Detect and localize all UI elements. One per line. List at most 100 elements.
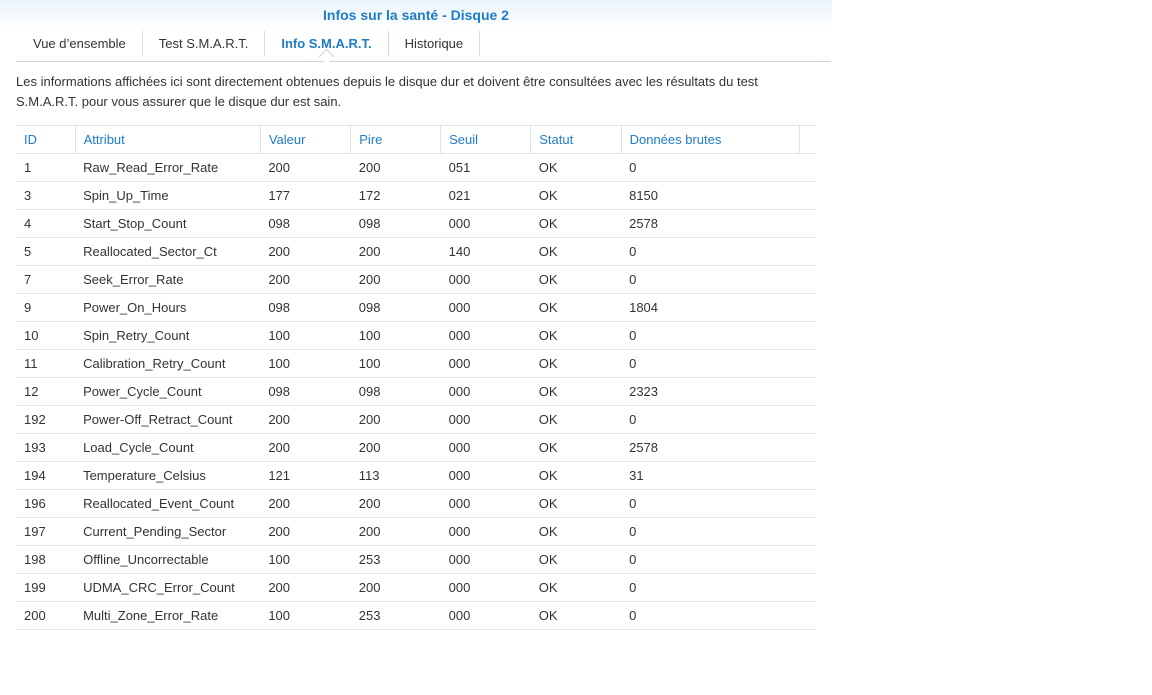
cell-worst: 200 [350,265,441,294]
cell-id: 11 [16,349,76,378]
cell-worst: 253 [350,545,441,574]
cell-id: 12 [16,377,76,406]
cell-raw-data: 0 [621,265,800,294]
cell-status: OK [530,573,622,602]
cell-threshold: 000 [440,601,531,630]
cell-raw-data: 0 [621,545,800,574]
cell-filler [799,321,816,350]
cell-status: OK [530,433,622,462]
table-row[interactable]: 193 Load_Cycle_Count 200 200 000 OK 2578 [16,433,816,462]
cell-attribute: Temperature_Celsius [75,461,261,490]
table-row[interactable]: 200 Multi_Zone_Error_Rate 100 253 000 OK 0 [16,601,816,630]
cell-value: 200 [260,153,351,182]
column-header-threshold[interactable]: Seuil [440,125,532,154]
cell-worst: 200 [350,405,441,434]
table-row[interactable]: 199 UDMA_CRC_Error_Count 200 200 000 OK 0 [16,573,816,602]
cell-value: 200 [260,237,351,266]
cell-raw-data: 0 [621,517,800,546]
table-row[interactable]: 3 Spin_Up_Time 177 172 021 OK 8150 [16,181,816,210]
cell-id: 192 [16,405,76,434]
cell-value: 200 [260,489,351,518]
cell-status: OK [530,601,622,630]
table-row[interactable]: 197 Current_Pending_Sector 200 200 000 OK 0 [16,517,816,546]
table-row[interactable]: 7 Seek_Error_Rate 200 200 000 OK 0 [16,265,816,294]
smart-description: Les informations affichées ici sont dire… [16,74,758,109]
cell-attribute: Spin_Up_Time [75,181,261,210]
tab-smart-info[interactable]: Info S.M.A.R.T. [265,31,389,65]
table-body: 1 Raw_Read_Error_Rate 200 200 051 OK 0 3 Spin_Up… [16,153,816,630]
cell-status: OK [530,293,622,322]
cell-status: OK [530,377,622,406]
tab-overview-label: Vue d’ensemble [33,36,126,51]
active-tab-caret-icon [319,48,335,65]
cell-filler [799,489,816,518]
cell-value: 200 [260,265,351,294]
cell-attribute: Power_On_Hours [75,293,261,322]
cell-threshold: 000 [440,545,531,574]
cell-id: 199 [16,573,76,602]
window-title: Infos sur la santé - Disque 2 [0,0,832,31]
cell-status: OK [530,181,622,210]
cell-threshold: 140 [440,237,531,266]
table-row[interactable]: 1 Raw_Read_Error_Rate 200 200 051 OK 0 [16,153,816,182]
cell-raw-data: 0 [621,405,800,434]
cell-status: OK [530,209,622,238]
column-header-id[interactable]: ID [16,125,76,154]
health-info-window: Infos sur la santé - Disque 2 Vue d’ense… [0,0,832,695]
tab-smart-test[interactable]: Test S.M.A.R.T. [143,31,266,56]
cell-filler [799,153,816,182]
table-row[interactable]: 4 Start_Stop_Count 098 098 000 OK 2578 [16,209,816,238]
tab-history-label: Historique [404,36,464,51]
cell-status: OK [530,153,622,182]
table-row[interactable]: 11 Calibration_Retry_Count 100 100 000 OK 0 [16,349,816,378]
table-row[interactable]: 196 Reallocated_Event_Count 200 200 000 OK 0 [16,489,816,518]
cell-filler [799,377,816,406]
column-header-status[interactable]: Statut [530,125,622,154]
table-row[interactable]: 198 Offline_Uncorrectable 100 253 000 OK 0 [16,545,816,574]
tab-overview[interactable]: Vue d’ensemble [16,31,143,56]
tab-history[interactable]: Historique [389,31,481,56]
cell-filler [799,293,816,322]
smart-attributes-table: ID Attribut Valeur Pire Seuil Statut Don… [16,125,816,630]
cell-attribute: Power_Cycle_Count [75,377,261,406]
cell-threshold: 021 [440,181,531,210]
table-row[interactable]: 5 Reallocated_Sector_Ct 200 200 140 OK 0 [16,237,816,266]
column-header-attribute[interactable]: Attribut [75,125,261,154]
cell-threshold: 000 [440,293,531,322]
cell-raw-data: 0 [621,153,800,182]
cell-worst: 200 [350,153,441,182]
cell-raw-data: 0 [621,601,800,630]
table-row[interactable]: 12 Power_Cycle_Count 098 098 000 OK 2323 [16,377,816,406]
cell-id: 3 [16,181,76,210]
cell-threshold: 000 [440,265,531,294]
cell-threshold: 000 [440,377,531,406]
column-header-worst[interactable]: Pire [350,125,442,154]
cell-worst: 200 [350,489,441,518]
cell-raw-data: 0 [621,573,800,602]
cell-filler [799,265,816,294]
table-row[interactable]: 192 Power-Off_Retract_Count 200 200 000 OK 0 [16,405,816,434]
cell-attribute: Calibration_Retry_Count [75,349,261,378]
cell-value: 200 [260,433,351,462]
cell-status: OK [530,545,622,574]
cell-filler [799,517,816,546]
table-row[interactable]: 10 Spin_Retry_Count 100 100 000 OK 0 [16,321,816,350]
cell-worst: 200 [350,237,441,266]
cell-id: 193 [16,433,76,462]
table-row[interactable]: 194 Temperature_Celsius 121 113 000 OK 31 [16,461,816,490]
cell-attribute: Load_Cycle_Count [75,433,261,462]
cell-id: 10 [16,321,76,350]
cell-id: 198 [16,545,76,574]
cell-value: 200 [260,573,351,602]
column-header-raw-data[interactable]: Données brutes [621,125,800,154]
column-header-value[interactable]: Valeur [260,125,352,154]
column-header-filler [799,125,816,154]
cell-attribute: Multi_Zone_Error_Rate [75,601,261,630]
cell-value: 098 [260,293,351,322]
cell-worst: 172 [350,181,441,210]
cell-filler [799,573,816,602]
cell-threshold: 000 [440,461,531,490]
cell-status: OK [530,405,622,434]
table-row[interactable]: 9 Power_On_Hours 098 098 000 OK 1804 [16,293,816,322]
cell-status: OK [530,321,622,350]
